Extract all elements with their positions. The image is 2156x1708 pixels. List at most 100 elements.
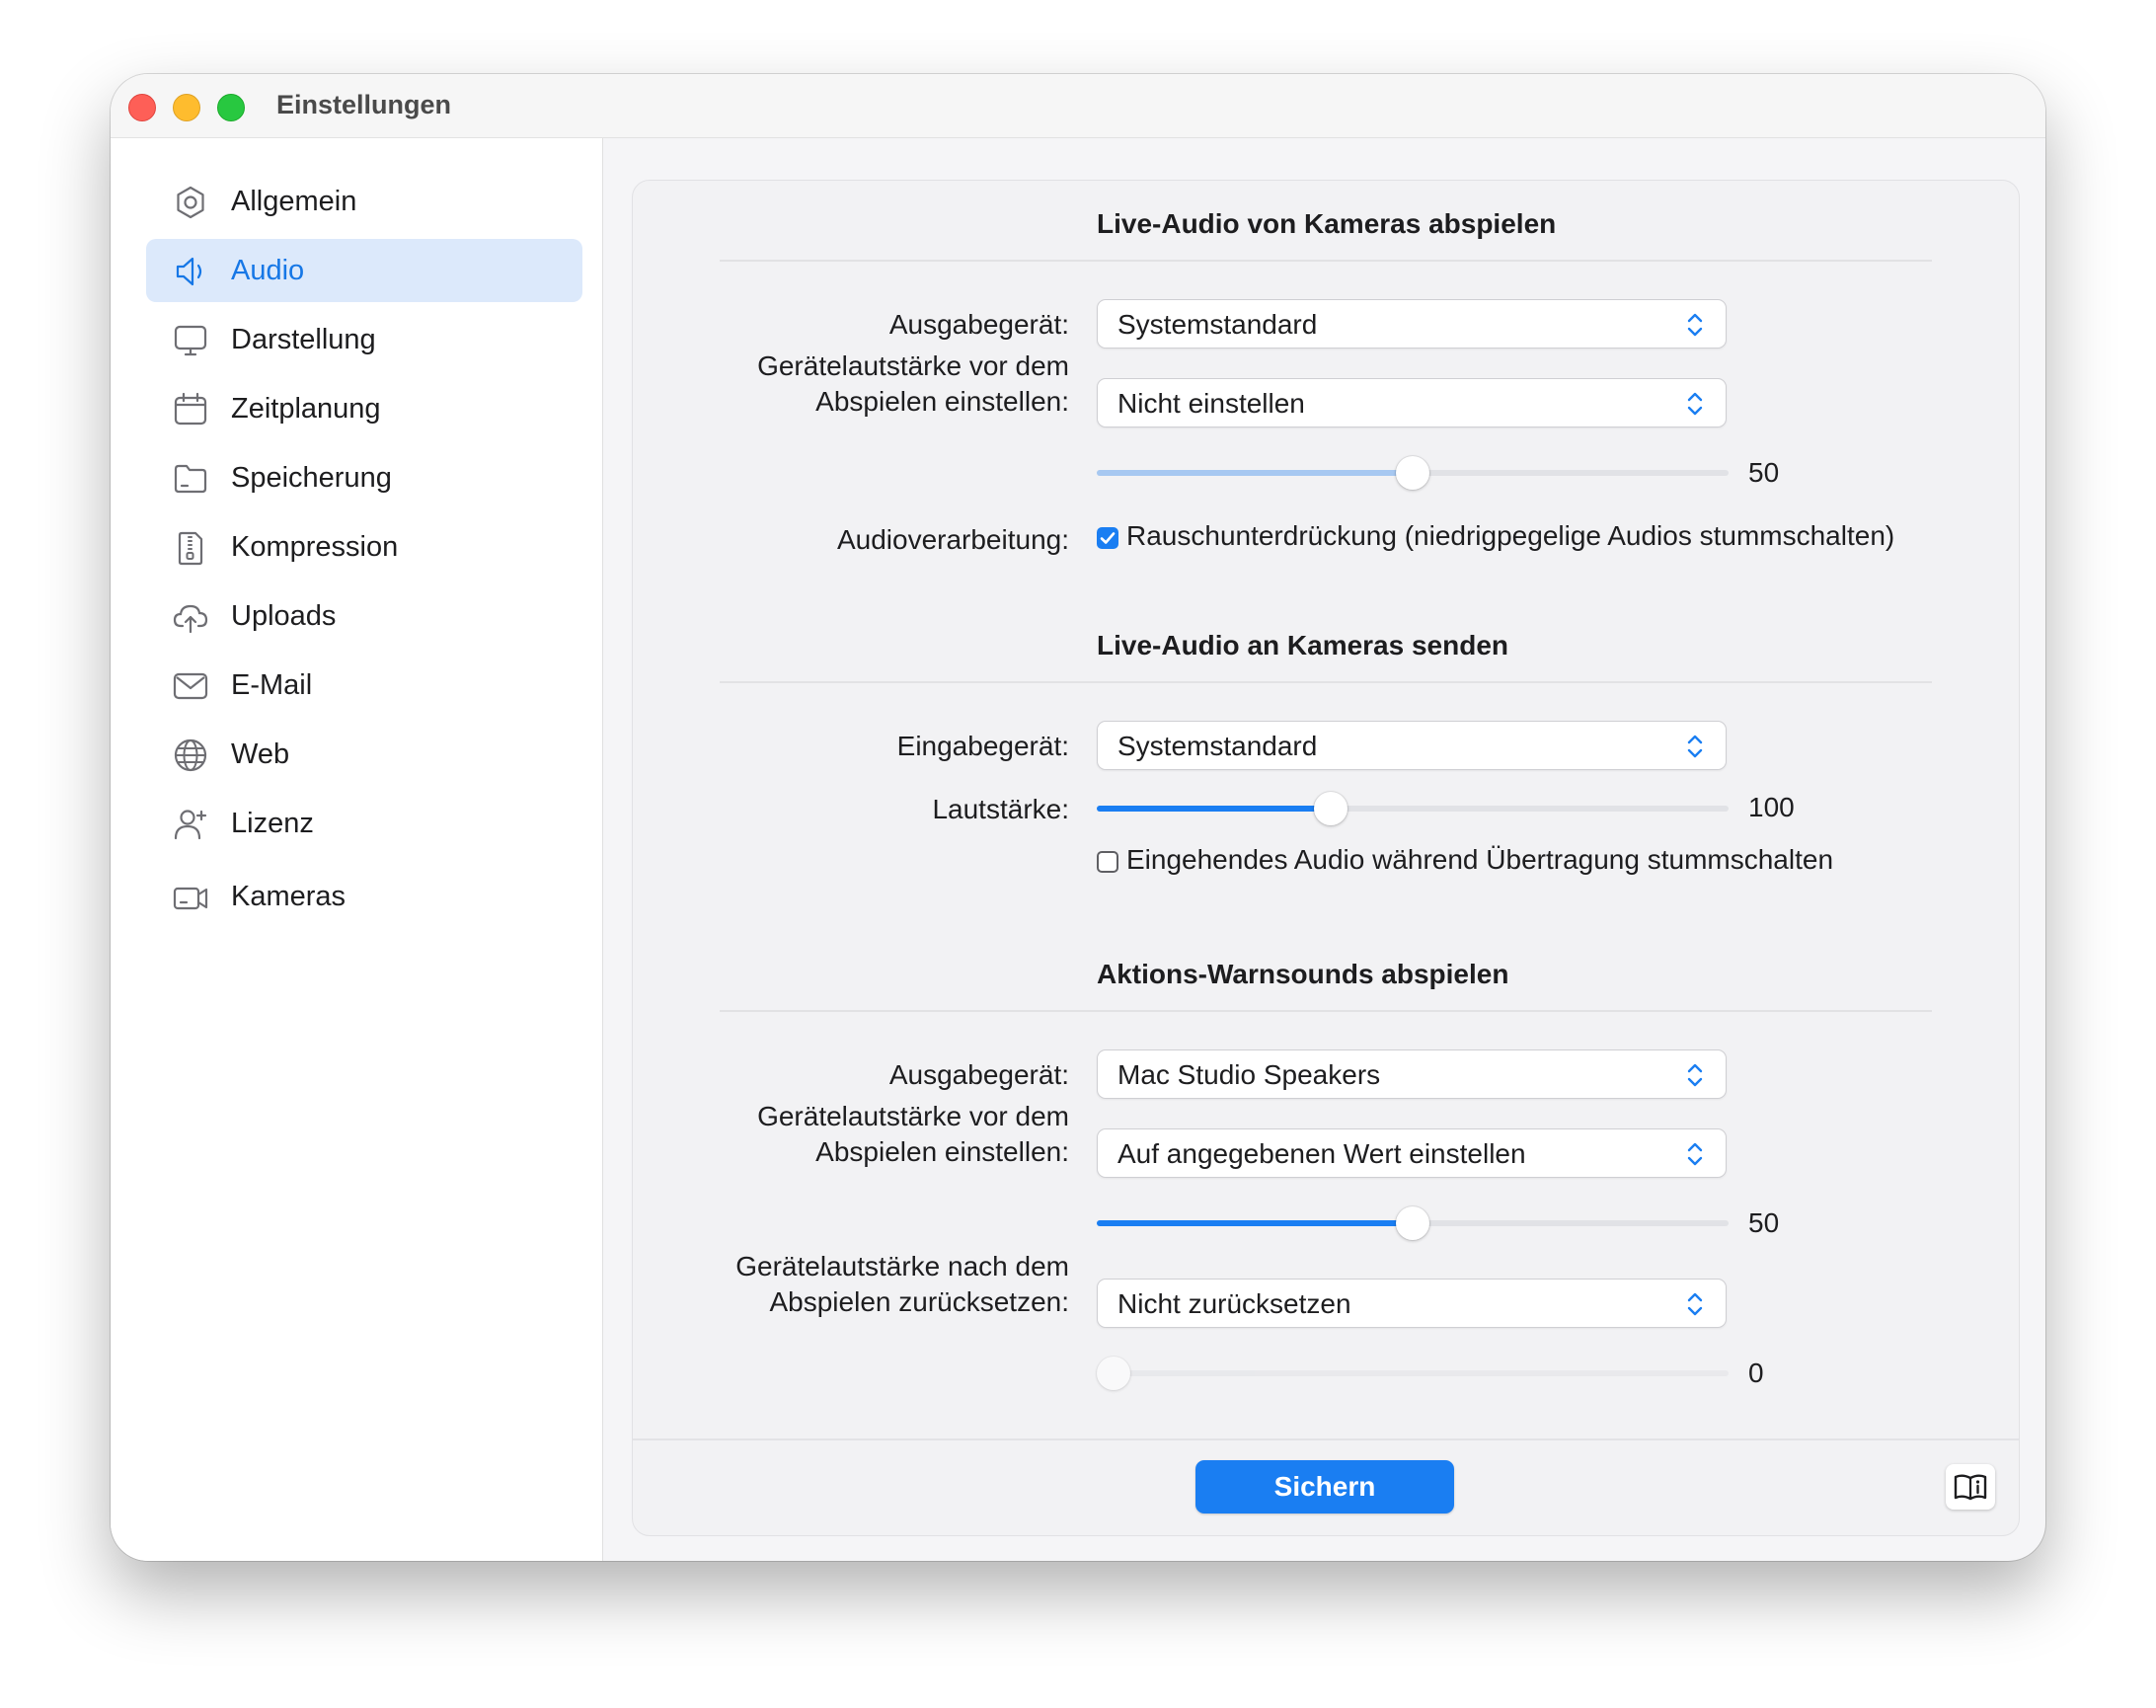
- slider-track: [1097, 1370, 1729, 1376]
- sidebar-item-label: Zeitplanung: [231, 393, 381, 425]
- audio-processing-label: Audioverarbeitung:: [836, 524, 1069, 555]
- divider: [720, 260, 1932, 262]
- sidebar-item-audio[interactable]: Audio: [146, 239, 582, 302]
- updown-chevron-icon: [1687, 1142, 1703, 1166]
- select-value: Nicht zurücksetzen: [1117, 1288, 1351, 1319]
- updown-chevron-icon: [1687, 313, 1703, 337]
- sidebar-item-label: Lizenz: [231, 808, 314, 839]
- updown-chevron-icon: [1687, 735, 1703, 758]
- output-device-label: Ausgabegerät:: [888, 309, 1069, 340]
- sidebar-item-web[interactable]: Web: [146, 723, 582, 786]
- alerts-volume-before-select[interactable]: Auf angegebenen Wert einstellen: [1097, 1128, 1727, 1178]
- sidebar-item-kameras[interactable]: Kameras: [146, 865, 582, 928]
- play-volume-before-select[interactable]: Nicht einstellen: [1097, 378, 1727, 427]
- divider: [720, 681, 1932, 683]
- sidebar-item-darstellung[interactable]: Darstellung: [146, 308, 582, 371]
- close-window-button[interactable]: [128, 94, 156, 121]
- select-value: Mac Studio Speakers: [1117, 1059, 1381, 1090]
- sidebar-item-label: Speicherung: [231, 462, 392, 494]
- sidebar-item-label: Audio: [231, 255, 305, 286]
- volume-after-label: Gerätelautstärke nach dem Abspielen zurü…: [735, 1249, 1069, 1320]
- sidebar-item-email[interactable]: E-Mail: [146, 654, 582, 717]
- volume-before-label: Gerätelautstärke vor dem Abspielen einst…: [757, 1099, 1069, 1170]
- sidebar-item-label: Darstellung: [231, 324, 376, 355]
- sidebar-item-speicherung[interactable]: Speicherung: [146, 446, 582, 509]
- label-line: Abspielen einstellen:: [815, 386, 1069, 417]
- book-info-icon: [1954, 1474, 1987, 1501]
- label-line: Gerätelautstärke vor dem: [757, 1101, 1069, 1131]
- play-output-device-select[interactable]: Systemstandard: [1097, 299, 1727, 349]
- zoom-window-button[interactable]: [217, 94, 245, 121]
- select-value: Nicht einstellen: [1117, 388, 1305, 419]
- slider-value: 0: [1748, 1358, 1764, 1388]
- gear-icon: [172, 184, 209, 221]
- slider-fill: [1097, 1220, 1413, 1226]
- video-camera-icon: [172, 879, 209, 916]
- minimize-window-button[interactable]: [173, 94, 200, 121]
- cloud-upload-icon: [172, 598, 209, 636]
- select-value: Systemstandard: [1117, 731, 1318, 761]
- slider-value: 50: [1748, 1207, 1780, 1238]
- sidebar-item-allgemein[interactable]: Allgemein: [146, 170, 582, 233]
- title-bar: Einstellungen: [111, 74, 2045, 138]
- alerts-volume-after-slider[interactable]: [1097, 1354, 1729, 1393]
- send-input-device-select[interactable]: Systemstandard: [1097, 721, 1727, 770]
- panel-footer: Sichern: [633, 1438, 2019, 1535]
- display-icon: [172, 322, 209, 359]
- sidebar-item-lizenz[interactable]: Lizenz: [146, 792, 582, 855]
- sidebar-item-label: Kompression: [231, 531, 399, 563]
- mute-incoming-checkbox[interactable]: [1097, 851, 1118, 873]
- slider-fill: [1097, 470, 1413, 476]
- slider-knob[interactable]: [1314, 792, 1348, 825]
- select-value: Systemstandard: [1117, 309, 1318, 340]
- slider-knob[interactable]: [1396, 1206, 1429, 1240]
- sidebar-item-label: Allgemein: [231, 186, 357, 217]
- sidebar-item-kompression[interactable]: Kompression: [146, 515, 582, 579]
- help-button[interactable]: [1946, 1464, 1995, 1510]
- section-title-send: Live-Audio an Kameras senden: [1097, 630, 1509, 660]
- sidebar-item-zeitplanung[interactable]: Zeitplanung: [146, 377, 582, 440]
- noise-suppression-checkbox[interactable]: [1097, 527, 1118, 549]
- output-device-label: Ausgabegerät:: [888, 1059, 1069, 1090]
- checkmark-icon: [1100, 532, 1116, 544]
- save-button[interactable]: Sichern: [1195, 1460, 1454, 1514]
- alerts-output-device-select[interactable]: Mac Studio Speakers: [1097, 1049, 1727, 1099]
- person-add-icon: [172, 806, 209, 843]
- play-volume-before-slider[interactable]: [1097, 453, 1729, 493]
- window-title: Einstellungen: [276, 90, 452, 119]
- sidebar: Allgemein Audio Darstellung Zeitplanung …: [111, 138, 603, 1561]
- slider-knob[interactable]: [1396, 456, 1429, 490]
- folder-icon: [172, 460, 209, 498]
- volume-before-label: Gerätelautstärke vor dem Abspielen einst…: [757, 349, 1069, 420]
- sidebar-item-label: Uploads: [231, 600, 337, 632]
- audio-settings-panel: Live-Audio von Kameras abspielen Ausgabe…: [632, 180, 2020, 1536]
- label-line: Abspielen zurücksetzen:: [769, 1286, 1069, 1317]
- select-value: Auf angegebenen Wert einstellen: [1117, 1138, 1526, 1169]
- zip-file-icon: [172, 529, 209, 567]
- globe-icon: [172, 737, 209, 774]
- speaker-icon: [172, 253, 209, 290]
- label-line: Gerätelautstärke nach dem: [735, 1251, 1069, 1281]
- sidebar-item-label: Kameras: [231, 881, 346, 912]
- section-title-play: Live-Audio von Kameras abspielen: [1097, 208, 1557, 239]
- volume-label: Lautstärke:: [932, 794, 1069, 824]
- label-line: Gerätelautstärke vor dem: [757, 350, 1069, 381]
- sidebar-item-label: Web: [231, 738, 290, 770]
- sidebar-item-label: E-Mail: [231, 669, 313, 701]
- slider-knob[interactable]: [1097, 1357, 1130, 1390]
- send-volume-slider[interactable]: [1097, 789, 1729, 828]
- sidebar-item-uploads[interactable]: Uploads: [146, 584, 582, 648]
- alerts-volume-before-slider[interactable]: [1097, 1203, 1729, 1243]
- slider-fill: [1097, 806, 1332, 812]
- envelope-icon: [172, 667, 209, 705]
- slider-value: 50: [1748, 457, 1780, 488]
- calendar-icon: [172, 391, 209, 428]
- alerts-volume-after-select[interactable]: Nicht zurücksetzen: [1097, 1279, 1727, 1328]
- label-line: Abspielen einstellen:: [815, 1136, 1069, 1167]
- input-device-label: Eingabegerät:: [896, 731, 1069, 761]
- settings-window: Einstellungen Allgemein Audio Darstellun…: [111, 74, 2045, 1561]
- updown-chevron-icon: [1687, 1063, 1703, 1087]
- section-title-alerts: Aktions-Warnsounds abspielen: [1097, 959, 1509, 989]
- mute-incoming-label: Eingehendes Audio während Übertragung st…: [1126, 844, 1834, 875]
- noise-suppression-label: Rauschunterdrückung (niedrigpegelige Aud…: [1126, 520, 1895, 551]
